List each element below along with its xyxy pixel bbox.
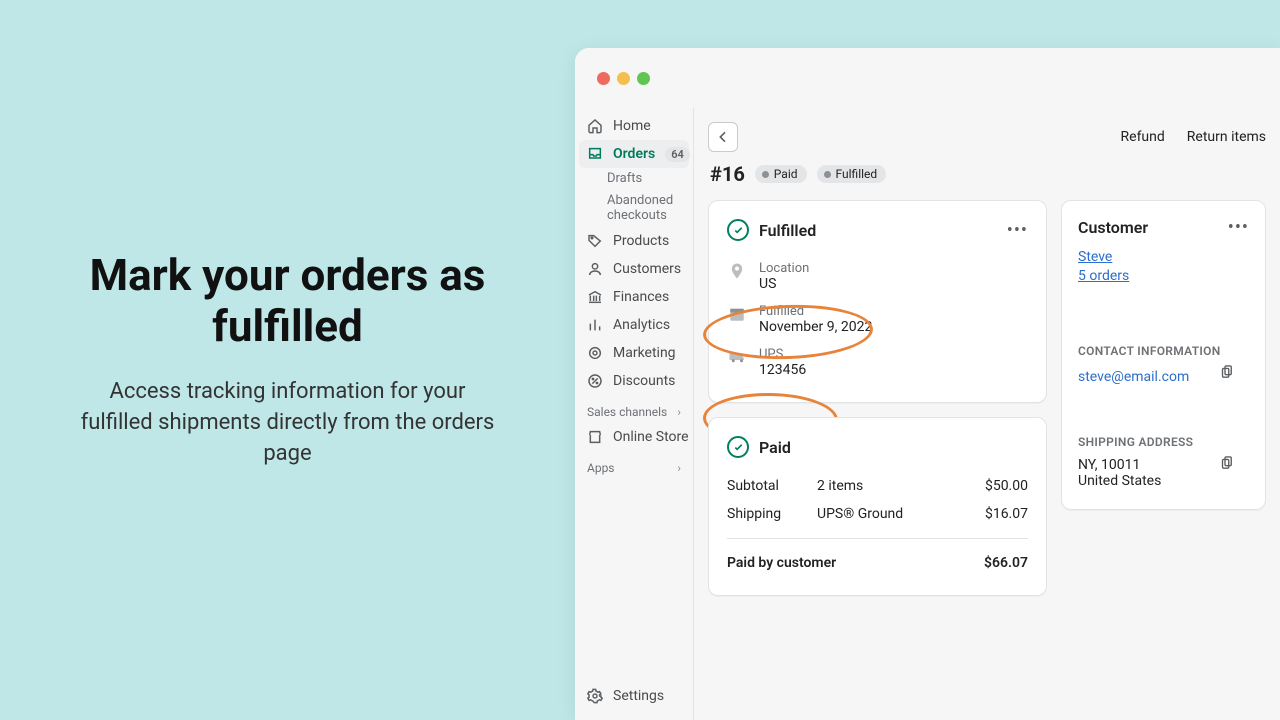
nav-settings[interactable]: Settings — [579, 682, 689, 710]
nav-label: Products — [613, 233, 669, 249]
window-titlebar — [575, 48, 1280, 108]
inbox-icon — [587, 146, 603, 162]
store-icon — [587, 429, 603, 445]
main-content: Refund Return items #16 Paid Fulfilled — [693, 108, 1280, 720]
copy-icon[interactable] — [1220, 364, 1235, 379]
customer-card: Customer ••• Steve 5 orders CONTACT INFO… — [1061, 200, 1266, 510]
return-items-link[interactable]: Return items — [1187, 129, 1266, 145]
subtotal-row: Subtotal 2 items $50.00 — [727, 472, 1028, 500]
chart-icon — [587, 317, 603, 333]
customer-name-link[interactable]: Steve — [1078, 249, 1112, 265]
more-button[interactable]: ••• — [1228, 217, 1249, 238]
paid-card: Paid Subtotal 2 items $50.00 Shipping UP… — [708, 417, 1047, 596]
refund-link[interactable]: Refund — [1121, 129, 1165, 145]
more-button[interactable]: ••• — [1007, 220, 1028, 241]
shipping-row: Shipping UPS® Ground $16.07 — [727, 500, 1028, 528]
nav-label: Online Store — [613, 429, 689, 445]
truck-icon — [727, 349, 747, 365]
nav-customers[interactable]: Customers — [579, 255, 689, 283]
promo-panel: Mark your orders as fulfilled Access tra… — [0, 0, 575, 720]
shipping-country: United States — [1078, 473, 1249, 489]
location-row: Location US — [727, 255, 1028, 298]
nav-home[interactable]: Home — [579, 112, 689, 140]
carrier-row: UPS 123456 — [727, 341, 1028, 384]
nav-label: Discounts — [613, 373, 675, 389]
bank-icon — [587, 289, 603, 305]
back-button[interactable] — [708, 122, 738, 152]
tracking-number-link[interactable]: 123456 — [759, 362, 806, 378]
nav-finances[interactable]: Finances — [579, 283, 689, 311]
nav-online-store[interactable]: Online Store — [579, 423, 689, 451]
nav-products[interactable]: Products — [579, 227, 689, 255]
maximize-window-button[interactable] — [637, 72, 650, 85]
nav-label: Settings — [613, 688, 664, 704]
check-circle-icon — [727, 219, 749, 241]
fulfilled-card: Fulfilled ••• Location US — [708, 200, 1047, 403]
card-title: Fulfilled — [759, 221, 816, 240]
status-fulfilled-pill: Fulfilled — [817, 165, 887, 183]
fulfilled-date-row: Fulfilled November 9, 2022 — [727, 298, 1028, 341]
chevron-right-icon: › — [677, 461, 681, 475]
promo-subtext: Access tracking information for your ful… — [80, 377, 495, 469]
nav-analytics[interactable]: Analytics — [579, 311, 689, 339]
customer-email-link[interactable]: steve@email.com — [1078, 369, 1189, 385]
gear-icon — [587, 688, 603, 704]
nav-label: Analytics — [613, 317, 670, 333]
discount-icon — [587, 373, 603, 389]
nav-sales-channels-header[interactable]: Sales channels › — [579, 395, 689, 423]
paid-total-row: Paid by customer $66.07 — [727, 549, 1028, 577]
card-title: Customer — [1078, 218, 1148, 237]
promo-headline: Mark your orders as fulfilled — [80, 250, 495, 351]
chevron-right-icon: › — [677, 405, 681, 419]
nav-label: Finances — [613, 289, 669, 305]
nav-orders[interactable]: Orders 64 — [579, 140, 689, 168]
location-icon — [727, 263, 747, 279]
user-icon — [587, 261, 603, 277]
contact-info-title: CONTACT INFORMATION — [1078, 344, 1249, 358]
shipping-address-title: SHIPPING ADDRESS — [1078, 435, 1249, 449]
nav-abandoned-checkouts[interactable]: Abandoned checkouts — [579, 190, 689, 227]
nav-label: Customers — [613, 261, 681, 277]
nav-marketing[interactable]: Marketing — [579, 339, 689, 367]
orders-count-badge: 64 — [665, 147, 690, 162]
nav-drafts[interactable]: Drafts — [579, 168, 689, 190]
calendar-icon — [727, 306, 747, 322]
nav-label: Marketing — [613, 345, 676, 361]
close-window-button[interactable] — [597, 72, 610, 85]
nav-label: Home — [613, 118, 651, 134]
customer-orders-link[interactable]: 5 orders — [1078, 268, 1129, 284]
app-window: Home Orders 64 Drafts Abandoned checkout… — [575, 48, 1280, 720]
copy-icon[interactable] — [1220, 455, 1235, 470]
order-id: #16 — [710, 162, 745, 186]
tag-icon — [587, 233, 603, 249]
check-circle-icon — [727, 436, 749, 458]
nav-label: Orders — [613, 146, 655, 162]
sidebar: Home Orders 64 Drafts Abandoned checkout… — [575, 108, 693, 720]
card-title: Paid — [759, 438, 791, 457]
home-icon — [587, 118, 603, 134]
target-icon — [587, 345, 603, 361]
nav-apps-header[interactable]: Apps › — [579, 451, 689, 479]
nav-discounts[interactable]: Discounts — [579, 367, 689, 395]
status-paid-pill: Paid — [755, 165, 807, 183]
minimize-window-button[interactable] — [617, 72, 630, 85]
